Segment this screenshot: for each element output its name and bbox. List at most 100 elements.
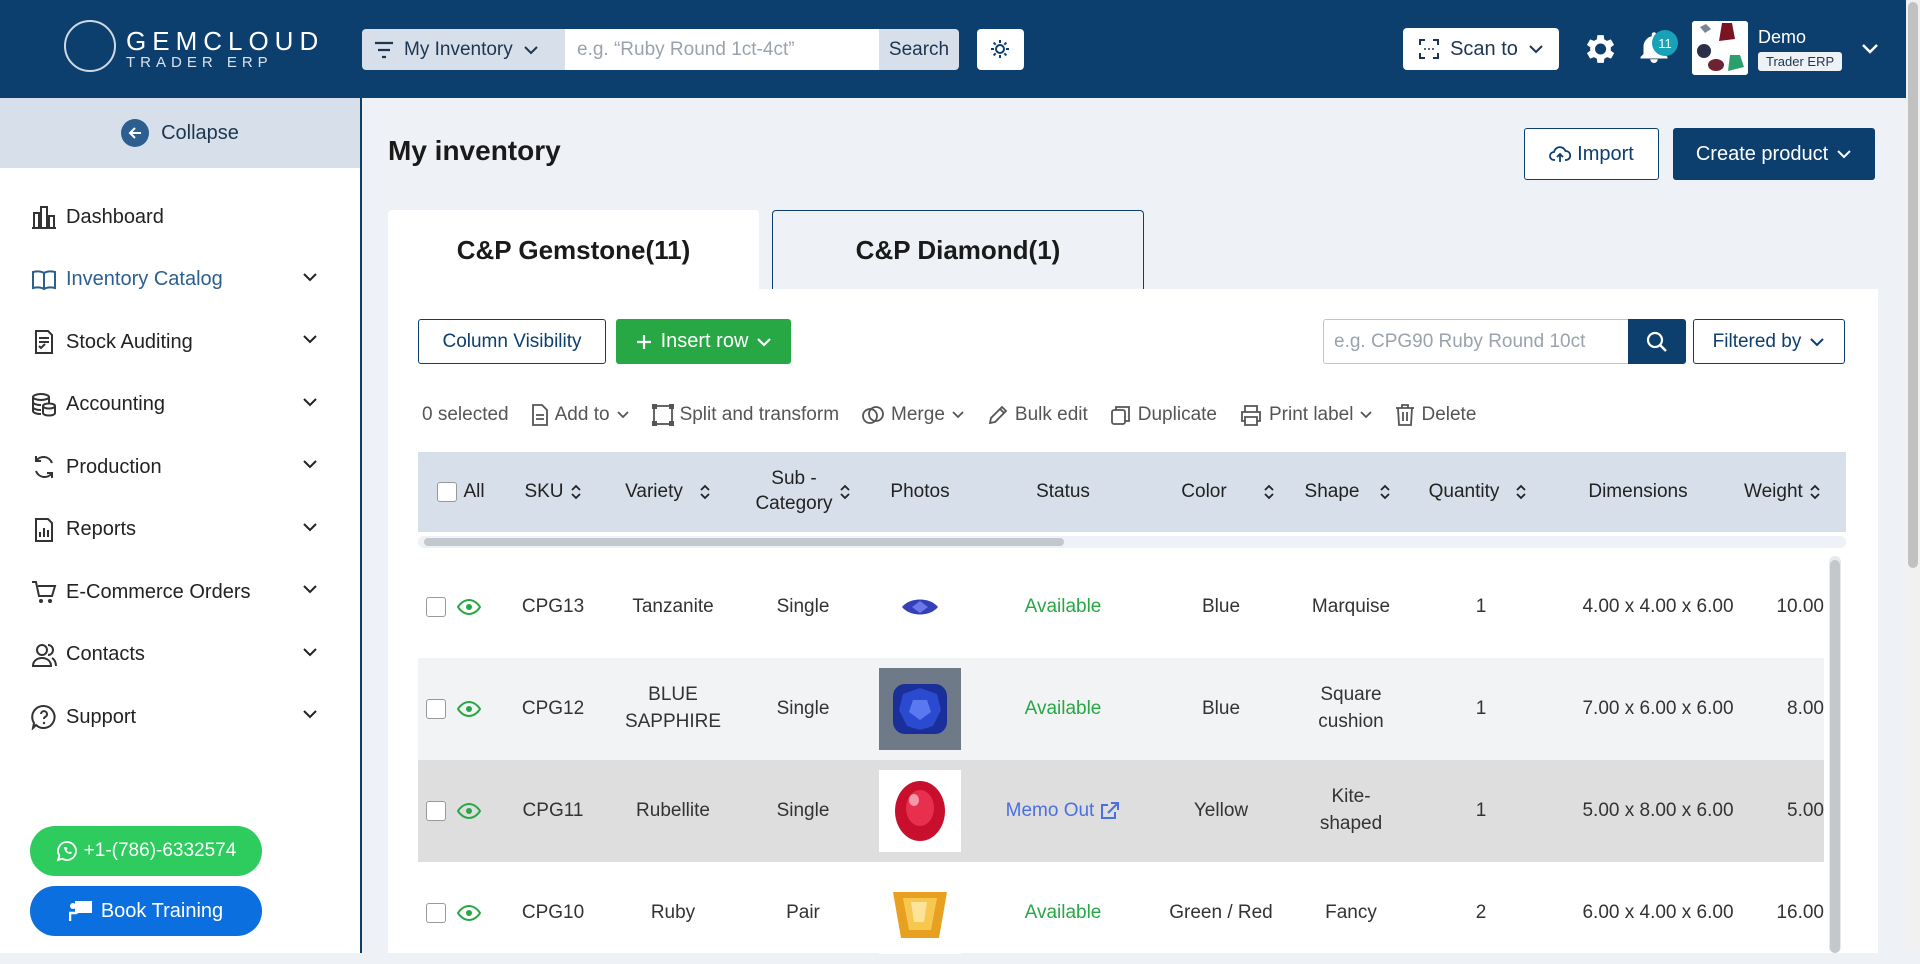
whatsapp-phone-button[interactable]: +1-(786)-6332574 bbox=[30, 826, 262, 876]
table-row[interactable]: CPG11 Rubellite Single Memo Out Yellow K… bbox=[418, 760, 1824, 862]
row-checkbox[interactable] bbox=[426, 760, 446, 862]
column-visibility-button[interactable]: Column Visibility bbox=[418, 319, 606, 364]
chevron-down-icon bbox=[303, 397, 317, 406]
eye-icon bbox=[457, 599, 481, 615]
tab-gemstone[interactable]: C&P Gemstone(11) bbox=[388, 210, 759, 290]
table-search-input[interactable] bbox=[1323, 319, 1629, 364]
scrollbar-thumb[interactable] bbox=[1830, 560, 1840, 953]
sidebar-item-contacts[interactable]: Contacts bbox=[0, 624, 360, 687]
sort-icon bbox=[1516, 484, 1527, 500]
filtered-by-button[interactable]: Filtered by bbox=[1693, 319, 1845, 364]
view-button[interactable] bbox=[456, 658, 482, 760]
bulk-actions-bar: 0 selected Add to Split and transform Me… bbox=[422, 400, 1498, 430]
table-row[interactable]: CPG10 Ruby Pair Available Green / Red Fa… bbox=[418, 862, 1824, 964]
filter-lines-icon bbox=[375, 41, 393, 58]
tanzanite-photo[interactable] bbox=[879, 566, 961, 648]
sidebar-item-support[interactable]: Support bbox=[0, 686, 360, 749]
memo-out-link[interactable]: Memo Out bbox=[978, 760, 1148, 862]
sort-icon bbox=[1810, 484, 1820, 500]
sidebar-item-reports[interactable]: Reports bbox=[0, 499, 360, 562]
audit-icon bbox=[30, 328, 58, 356]
tab-diamond[interactable]: C&P Diamond(1) bbox=[772, 210, 1144, 290]
duplicate-button[interactable]: Duplicate bbox=[1110, 404, 1217, 426]
merge-button[interactable]: Merge bbox=[861, 404, 965, 426]
split-icon bbox=[651, 404, 674, 426]
select-all-checkbox[interactable]: All bbox=[426, 452, 496, 532]
cell-photo[interactable] bbox=[874, 862, 966, 964]
scan-to-button[interactable]: Scan to bbox=[1403, 28, 1559, 70]
bulk-edit-button[interactable]: Bulk edit bbox=[987, 404, 1088, 426]
row-checkbox[interactable] bbox=[426, 658, 446, 760]
column-header-quantity[interactable]: Quantity bbox=[1408, 452, 1548, 532]
view-button[interactable] bbox=[456, 862, 482, 964]
row-checkbox[interactable] bbox=[426, 556, 446, 658]
checkbox[interactable] bbox=[426, 597, 446, 617]
column-header-shape[interactable]: Shape bbox=[1288, 452, 1408, 532]
column-header-dimensions: Dimensions bbox=[1588, 480, 1688, 502]
insert-row-button[interactable]: Insert row bbox=[616, 319, 791, 364]
import-button[interactable]: Import bbox=[1524, 128, 1659, 180]
checkbox[interactable] bbox=[437, 482, 458, 502]
checkbox[interactable] bbox=[426, 903, 446, 923]
sidebar-item-stock-auditing[interactable]: Stock Auditing bbox=[0, 311, 360, 374]
column-label: Sub - Category bbox=[755, 467, 832, 516]
chevron-down-icon bbox=[303, 522, 317, 531]
sidebar-item-ecommerce-orders[interactable]: E-Commerce Orders bbox=[0, 561, 360, 624]
import-label: Import bbox=[1577, 142, 1634, 165]
sort-icon bbox=[570, 484, 581, 500]
chevron-down-icon bbox=[303, 585, 317, 594]
checkbox[interactable] bbox=[426, 801, 446, 821]
view-button[interactable] bbox=[456, 760, 482, 862]
cell-photo[interactable] bbox=[874, 760, 966, 862]
view-button[interactable] bbox=[456, 556, 482, 658]
cloud-upload-icon bbox=[1549, 146, 1572, 162]
cell-photo[interactable] bbox=[874, 556, 966, 658]
column-header-subcategory[interactable]: Sub - Category bbox=[748, 452, 858, 532]
column-header-sku[interactable]: SKU bbox=[518, 452, 588, 532]
search-button[interactable]: Search bbox=[879, 29, 959, 70]
table-horizontal-scrollbar[interactable] bbox=[418, 536, 1846, 548]
sidebar-item-dashboard[interactable]: Dashboard bbox=[0, 186, 360, 249]
scan-to-label: Scan to bbox=[1450, 37, 1518, 60]
row-checkbox[interactable] bbox=[426, 862, 446, 964]
settings-button[interactable] bbox=[1580, 30, 1618, 74]
global-search-input[interactable] bbox=[565, 29, 879, 70]
cell-photo[interactable] bbox=[874, 658, 966, 760]
book-training-button[interactable]: Book Training bbox=[30, 886, 262, 936]
search-scope-select[interactable]: My Inventory bbox=[362, 29, 565, 70]
table-row[interactable]: CPG12 BLUE SAPPHIRE Single Available Blu… bbox=[418, 658, 1824, 760]
chevron-down-icon bbox=[1810, 337, 1825, 346]
sidebar-item-inventory-catalog[interactable]: Inventory Catalog bbox=[0, 249, 360, 312]
cell-dimensions: 4.00 x 4.00 x 6.00 bbox=[1582, 595, 1734, 617]
checkbox[interactable] bbox=[426, 699, 446, 719]
delete-button[interactable]: Delete bbox=[1395, 404, 1476, 426]
column-header-weight[interactable]: Weight bbox=[1744, 452, 1844, 532]
cell-dimensions: 5.00 x 8.00 x 6.00 bbox=[1582, 799, 1734, 821]
rubellite-photo[interactable] bbox=[879, 770, 961, 852]
column-label: Quantity bbox=[1428, 480, 1500, 502]
print-label-button[interactable]: Print label bbox=[1239, 404, 1374, 426]
selected-count: 0 selected bbox=[422, 404, 509, 425]
sapphire-photo[interactable] bbox=[879, 668, 961, 750]
collapse-sidebar-button[interactable]: Collapse bbox=[0, 98, 360, 168]
select-all-label: All bbox=[463, 480, 485, 502]
sidebar-item-production[interactable]: Production bbox=[0, 436, 360, 499]
ruby-photo[interactable] bbox=[879, 872, 961, 954]
table-row[interactable]: CPG13 Tanzanite Single Available Blue Ma… bbox=[418, 556, 1824, 658]
table-search-button[interactable] bbox=[1628, 319, 1686, 364]
scrollbar-thumb[interactable] bbox=[1908, 2, 1918, 568]
sidebar-item-accounting[interactable]: Accounting bbox=[0, 374, 360, 437]
user-menu-toggle[interactable] bbox=[1860, 40, 1880, 62]
column-header-variety[interactable]: Variety bbox=[618, 452, 718, 532]
cell-sku: CPG12 bbox=[521, 697, 585, 719]
column-header-color[interactable]: Color bbox=[1158, 452, 1298, 532]
duplicate-label: Duplicate bbox=[1137, 404, 1217, 425]
column-header-status: Status bbox=[1036, 480, 1090, 502]
split-transform-button[interactable]: Split and transform bbox=[651, 404, 839, 426]
add-to-button[interactable]: Add to bbox=[531, 404, 630, 426]
create-product-button[interactable]: Create product bbox=[1673, 128, 1875, 180]
avatar[interactable] bbox=[1692, 21, 1748, 75]
scrollbar-thumb[interactable] bbox=[424, 538, 1064, 546]
search-settings-button[interactable] bbox=[977, 29, 1024, 70]
logo[interactable]: GEMCLOUD TRADER ERP bbox=[64, 20, 318, 76]
